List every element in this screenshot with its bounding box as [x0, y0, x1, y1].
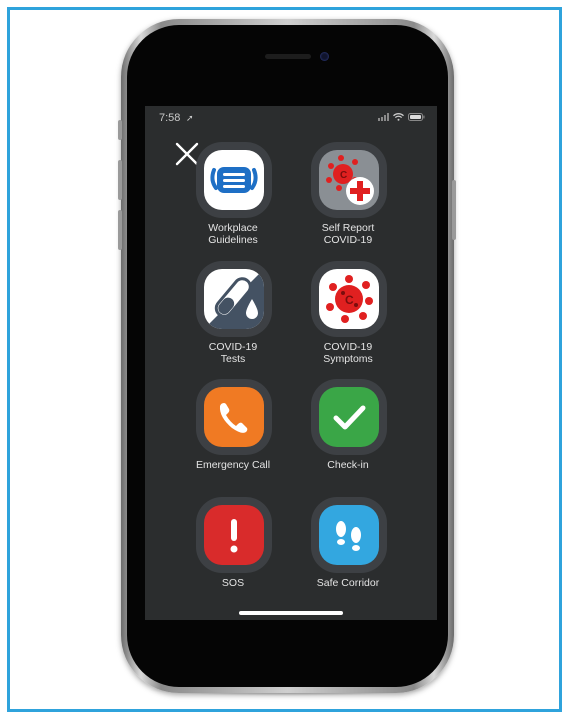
tile-workplace-guidelines[interactable]: Workplace Guidelines — [178, 142, 288, 260]
location-arrow-icon: ➚ — [186, 113, 194, 123]
home-indicator[interactable] — [239, 611, 343, 615]
footprints-icon — [319, 505, 379, 565]
tile-label: Emergency Call — [195, 459, 271, 471]
svg-text:C: C — [340, 170, 347, 181]
tile-label: Check-in — [327, 459, 369, 471]
tile-check-in[interactable]: Check-in — [293, 379, 403, 497]
tile-covid-tests[interactable]: COVID-19 Tests — [178, 261, 288, 379]
battery-icon — [408, 113, 425, 121]
phone-volume-down — [118, 210, 122, 250]
checkmark-icon — [319, 387, 379, 447]
tile-emergency-call[interactable]: Emergency Call — [178, 379, 288, 497]
tile-safe-corridor[interactable]: Safe Corridor — [293, 497, 403, 615]
cellular-signal-icon — [378, 113, 389, 121]
icon-ring — [196, 497, 272, 573]
tile-label: Self Report COVID-19 — [321, 222, 375, 246]
virus-icon: C — [319, 269, 379, 329]
icon-ring — [196, 379, 272, 455]
icon-ring: C — [311, 261, 387, 337]
tile-label: Workplace Guidelines — [208, 222, 258, 246]
icon-ring — [196, 261, 272, 337]
wifi-icon — [393, 113, 404, 121]
virus-report-icon: C — [319, 150, 379, 210]
status-icons — [378, 113, 425, 121]
tile-label: COVID-19 Symptoms — [323, 341, 373, 365]
icon-ring: C — [311, 142, 387, 218]
app-screen: 7:58 ➚ Workplace Guidelines C Self Repor… — [145, 106, 437, 620]
icon-ring — [311, 497, 387, 573]
tile-label: Safe Corridor — [316, 577, 380, 589]
status-time: 7:58 — [159, 112, 181, 124]
tile-label: COVID-19 Tests — [208, 341, 258, 365]
icon-ring — [196, 142, 272, 218]
test-tube-icon — [204, 269, 264, 329]
phone-volume-up — [118, 160, 122, 200]
phone-icon — [204, 387, 264, 447]
phone-power-button — [452, 180, 456, 240]
svg-text:C: C — [345, 293, 354, 307]
tile-covid-symptoms[interactable]: C COVID-19 Symptoms — [293, 261, 403, 379]
front-camera — [320, 52, 329, 61]
tile-self-report-covid[interactable]: C Self Report COVID-19 — [293, 142, 403, 260]
exclamation-icon — [204, 505, 264, 565]
speaker-grille — [265, 54, 311, 59]
icon-ring — [311, 379, 387, 455]
tile-sos[interactable]: SOS — [178, 497, 288, 615]
face-mask-icon — [204, 150, 264, 210]
phone-mute-switch — [118, 120, 122, 140]
tile-label: SOS — [221, 577, 245, 589]
